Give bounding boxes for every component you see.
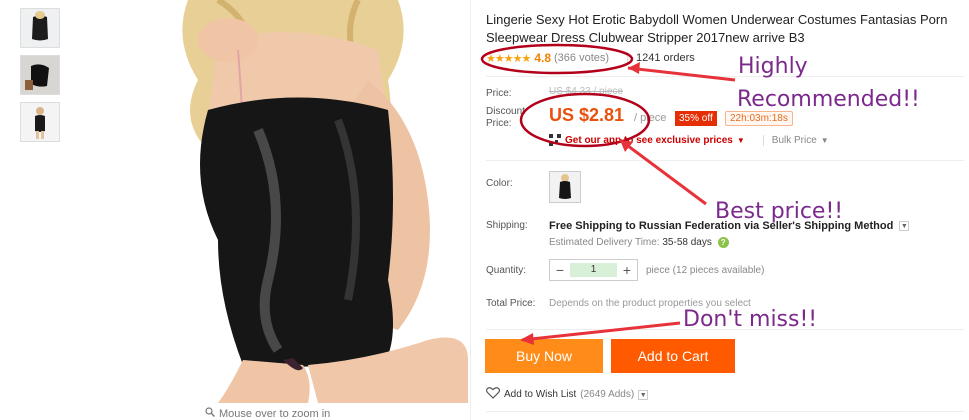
chevron-down-icon[interactable]: ▼ — [821, 136, 829, 145]
per-piece-unit: / piece — [634, 112, 667, 124]
annotation-dont-miss: Don't miss!! — [683, 307, 818, 332]
rating-value[interactable]: 4.8 — [534, 51, 551, 65]
shipping-label: Shipping: — [486, 220, 528, 231]
buy-now-button[interactable]: Buy Now — [485, 339, 603, 373]
total-price-label: Total Price: — [486, 298, 536, 309]
thumbnail-3[interactable] — [20, 102, 60, 142]
qr-code-icon — [549, 134, 561, 146]
product-title: Lingerie Sexy Hot Erotic Babydoll Women … — [486, 12, 948, 45]
shipping-prefix: Free Shipping to — [549, 220, 639, 232]
help-icon[interactable]: ? — [717, 237, 729, 248]
annotation-highly: Highly — [738, 54, 808, 79]
wish-list-row[interactable]: Add to Wish List (2649 Adds) ▼ — [485, 387, 649, 402]
price-label: Price: — [486, 88, 512, 99]
heart-plus-icon — [485, 387, 501, 402]
add-to-cart-button[interactable]: Add to Cart — [611, 339, 735, 373]
quantity-input[interactable]: 1 — [570, 263, 617, 277]
product-photo — [68, 0, 468, 403]
discount-label-line1: Discount — [486, 106, 525, 117]
quantity-stepper: − 1 + — [549, 259, 638, 281]
color-label: Color: — [486, 178, 513, 189]
eta-days: 35-58 days — [662, 237, 712, 249]
rating-votes[interactable]: (366 votes) — [554, 52, 609, 64]
quantity-increase-button[interactable]: + — [617, 260, 637, 280]
divider — [486, 411, 964, 412]
app-exclusive-link[interactable]: Get our app to see exclusive prices — [565, 135, 733, 146]
quantity-label: Quantity: — [486, 265, 527, 276]
eta-label: Estimated Delivery Time: — [549, 237, 663, 249]
discount-price: US $2.81 — [549, 105, 625, 125]
arrow-line — [619, 138, 707, 206]
bulk-price-link[interactable]: Bulk Price — [762, 134, 817, 146]
column-divider — [470, 0, 471, 420]
rating-row: ★★★★★ 4.8 (366 votes) 1241 orders — [486, 51, 695, 65]
chevron-down-icon[interactable]: ▼ — [899, 221, 910, 232]
divider — [486, 160, 964, 161]
discount-badge: 35% off — [675, 111, 717, 126]
annotation-best-price: Best price!! — [715, 199, 844, 224]
app-promo-row: Get our app to see exclusive prices ▼ Bu… — [549, 134, 829, 146]
chevron-down-icon[interactable]: ▼ — [737, 136, 745, 145]
arrow-line — [521, 321, 681, 342]
zoom-hint: Mouse over to zoom in — [205, 407, 330, 420]
annotation-recommended: Recommended!! — [737, 87, 920, 112]
divider — [486, 76, 964, 77]
wish-list-link[interactable]: Add to Wish List — [504, 389, 576, 400]
thumbnail-list — [20, 8, 62, 149]
countdown-timer: 22h:03m:18s — [725, 111, 793, 126]
wish-list-count: (2649 Adds) — [580, 389, 635, 400]
magnifier-icon — [205, 407, 215, 420]
rating-stars-icon[interactable]: ★★★★★ — [486, 52, 531, 65]
product-main-image[interactable] — [68, 0, 468, 403]
thumbnail-1[interactable] — [20, 8, 60, 48]
quantity-decrease-button[interactable]: − — [550, 260, 570, 280]
zoom-hint-text: Mouse over to zoom in — [219, 407, 331, 420]
delivery-estimate: Estimated Delivery Time: 35-58 days ? — [549, 237, 729, 248]
thumbnail-2[interactable] — [20, 55, 60, 95]
quantity-availability: piece (12 pieces available) — [646, 265, 765, 276]
original-price: US $4.33 / piece — [549, 86, 623, 97]
orders-count: 1241 orders — [627, 52, 695, 64]
chevron-down-icon[interactable]: ▼ — [638, 389, 649, 400]
arrow-line — [627, 66, 736, 82]
discount-label-line2: Price: — [486, 118, 512, 129]
discount-price-label: Discount Price: — [486, 106, 525, 130]
color-option-black[interactable] — [549, 171, 581, 203]
